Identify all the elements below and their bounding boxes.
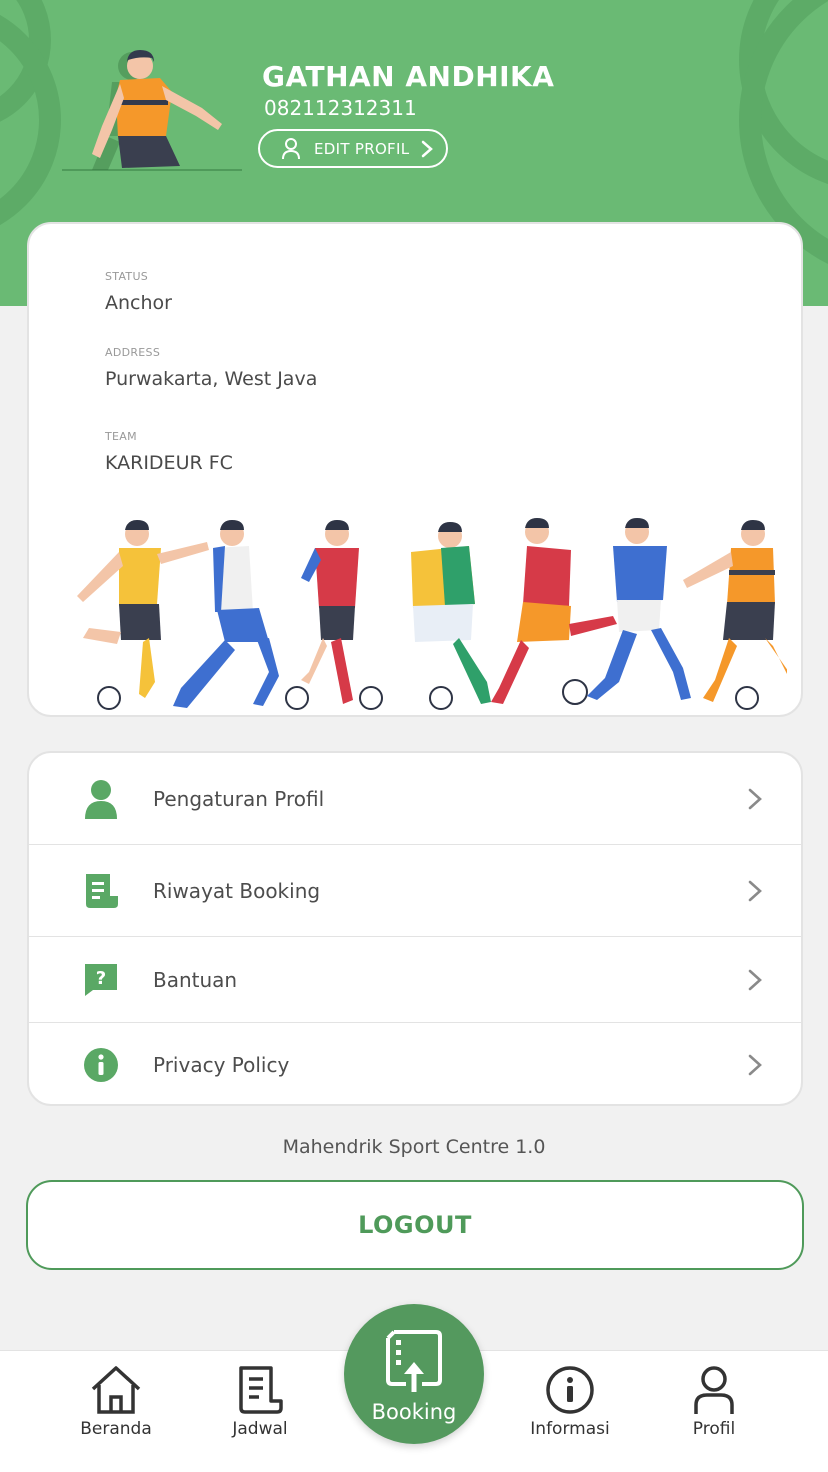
football-players-illustration	[77, 518, 787, 710]
address-label: ADDRESS	[105, 346, 161, 359]
user-phone: 082112312311	[264, 96, 417, 120]
chevron-right-icon	[748, 969, 762, 990]
nav-label: Beranda	[80, 1419, 152, 1439]
info-icon	[546, 1366, 594, 1414]
address-value: Purwakarta, West Java	[105, 368, 318, 390]
booking-label: Booking	[371, 1400, 457, 1424]
menu-label: Pengaturan Profil	[153, 786, 325, 811]
profile-info-card: STATUS Anchor ADDRESS Purwakarta, West J…	[27, 222, 803, 717]
nav-informasi[interactable]: Informasi	[510, 1365, 630, 1455]
booking-icon	[386, 1330, 442, 1392]
nav-label: Informasi	[530, 1419, 610, 1439]
booking-button[interactable]: Booking	[344, 1304, 484, 1444]
chevron-right-icon	[422, 140, 434, 157]
person-icon	[81, 779, 121, 819]
user-name: GATHAN ANDHIKA	[262, 60, 555, 93]
chevron-right-icon	[748, 880, 762, 901]
menu-item-privacy-policy[interactable]: Privacy Policy	[29, 1023, 801, 1104]
nav-beranda[interactable]: Beranda	[56, 1365, 176, 1455]
status-label: STATUS	[105, 270, 149, 283]
menu-item-bantuan[interactable]: ? Bantuan	[29, 937, 801, 1023]
svg-text:?: ?	[96, 968, 106, 989]
menu-label: Riwayat Booking	[153, 878, 321, 903]
user-outline-icon	[282, 137, 300, 159]
nav-profil[interactable]: Profil	[654, 1365, 774, 1455]
info-icon	[81, 1045, 121, 1085]
nav-label: Jadwal	[232, 1419, 288, 1439]
chevron-right-icon	[748, 788, 762, 809]
menu-item-riwayat-booking[interactable]: Riwayat Booking	[29, 845, 801, 937]
player-avatar-illustration	[62, 50, 242, 171]
help-chat-icon: ?	[81, 960, 121, 1000]
document-icon	[81, 871, 121, 911]
schedule-icon	[239, 1366, 283, 1414]
status-value: Anchor	[105, 292, 172, 314]
menu-item-pengaturan-profil[interactable]: Pengaturan Profil	[29, 753, 801, 845]
chevron-right-icon	[748, 1054, 762, 1075]
nav-label: Profil	[692, 1419, 736, 1439]
home-icon	[91, 1366, 141, 1414]
edit-profile-label: EDIT PROFIL	[314, 139, 410, 158]
app-version: Mahendrik Sport Centre 1.0	[282, 1136, 546, 1158]
team-value: KARIDEUR FC	[105, 452, 233, 474]
team-label: TEAM	[105, 430, 137, 443]
menu-label: Privacy Policy	[153, 1052, 290, 1077]
user-icon	[694, 1366, 734, 1414]
settings-menu: Pengaturan Profil Riwayat Booking ? Bant…	[27, 751, 803, 1106]
edit-profile-button[interactable]: EDIT PROFIL	[258, 129, 448, 168]
logout-button[interactable]: LOGOUT	[26, 1180, 804, 1270]
menu-label: Bantuan	[153, 967, 238, 992]
nav-jadwal[interactable]: Jadwal	[200, 1365, 320, 1455]
